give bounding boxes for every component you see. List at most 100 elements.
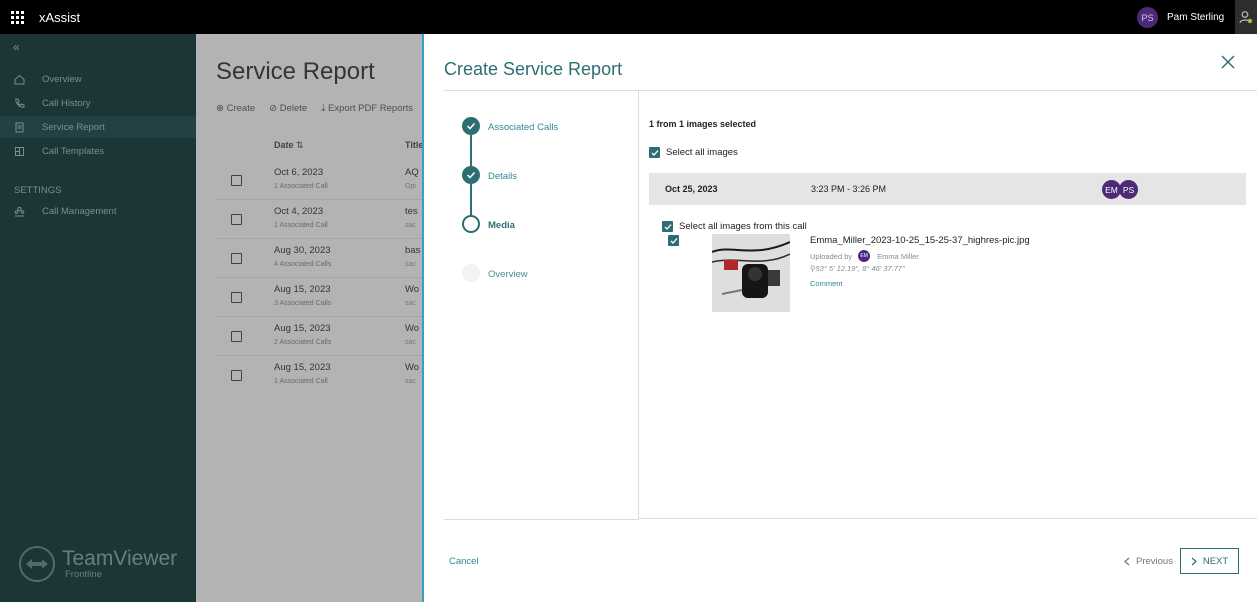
table-row[interactable]: Oct 6, 2023 1 Associated Call AQ Opi <box>216 161 422 200</box>
stepper-connector <box>470 135 472 166</box>
close-icon[interactable] <box>1220 54 1236 70</box>
document-icon <box>15 122 24 132</box>
settings-heading: SETTINGS <box>14 185 62 196</box>
select-call-images-label[interactable]: Select all images from this call <box>679 221 807 232</box>
call-group-header: Oct 25, 2023 3:23 PM - 3:26 PM EM PS <box>649 173 1246 205</box>
column-header-date[interactable]: Date ⇅ <box>274 140 304 151</box>
delete-button[interactable]: ⊘ Delete <box>269 103 307 114</box>
export-pdf-button[interactable]: ⤓ Export PDF Reports <box>321 103 413 114</box>
row-title: Wo <box>405 362 420 373</box>
sidebar-item-call-templates[interactable]: Call Templates <box>0 140 196 162</box>
step-current-indicator <box>462 215 480 233</box>
teamviewer-arrow-icon <box>19 546 55 582</box>
divider <box>444 519 639 520</box>
row-subtitle: sac <box>405 339 416 346</box>
delete-icon: ⊘ <box>269 103 278 114</box>
divider <box>638 518 1257 519</box>
users-icon <box>14 206 25 216</box>
chevron-right-icon <box>1191 557 1197 565</box>
row-date: Aug 30, 2023 <box>274 245 331 256</box>
row-calls: 1 Associated Call <box>274 222 328 229</box>
step-media: Media <box>488 220 515 231</box>
table-row[interactable]: Oct 4, 2023 1 Associated Call tes sac <box>216 200 422 239</box>
dialog-title: Create Service Report <box>444 59 623 79</box>
divider <box>444 90 1257 91</box>
row-date: Aug 15, 2023 <box>274 284 331 295</box>
sidebar-item-label: Overview <box>42 73 82 85</box>
create-button[interactable]: ⊕ Create <box>216 103 255 114</box>
sort-icon: ⇅ <box>296 140 304 150</box>
step-pending-indicator <box>462 264 480 282</box>
app-title: xAssist <box>39 10 81 25</box>
step-details[interactable]: Details <box>488 171 517 182</box>
user-status-icon[interactable] <box>1235 0 1257 34</box>
table-row[interactable]: Aug 15, 2023 3 Associated Calls Wo sac <box>216 278 422 317</box>
sidebar-item-label: Call Templates <box>42 145 105 157</box>
row-checkbox[interactable] <box>231 175 242 186</box>
row-checkbox[interactable] <box>231 253 242 264</box>
row-title: tes <box>405 206 418 217</box>
table-row[interactable]: Aug 30, 2023 4 Associated Calls bas sac <box>216 239 422 278</box>
sidebar-item-call-history[interactable]: Call History <box>0 92 196 114</box>
row-subtitle: Opi <box>405 183 416 190</box>
comment-link[interactable]: Comment <box>810 279 843 288</box>
select-all-images-label[interactable]: Select all images <box>666 147 738 158</box>
previous-button[interactable]: Previous <box>1124 556 1173 567</box>
sidebar-item-label: Call Management <box>42 205 117 217</box>
uploaded-by: Uploaded by EM Emma Miller <box>810 250 919 262</box>
row-checkbox[interactable] <box>231 331 242 342</box>
user-name[interactable]: Pam Sterling <box>1167 12 1224 23</box>
row-calls: 1 Associated Call <box>274 378 328 385</box>
image-thumbnail[interactable] <box>712 234 790 312</box>
sidebar-item-call-management[interactable]: Call Management <box>0 200 196 222</box>
sidebar-item-overview[interactable]: Overview <box>0 68 196 90</box>
uploaded-by-label: Uploaded by <box>810 251 853 261</box>
cancel-button[interactable]: Cancel <box>449 556 479 567</box>
chevron-left-icon <box>1124 557 1130 566</box>
select-call-images-checkbox[interactable] <box>662 221 673 232</box>
table-row[interactable]: Aug 15, 2023 2 Associated Calls Wo sac <box>216 317 422 356</box>
row-title: bas <box>405 245 421 256</box>
row-title: Wo <box>405 284 420 295</box>
create-service-report-dialog: Create Service Report Associated Calls D… <box>422 34 1257 602</box>
sidebar-item-label: Service Report <box>42 121 105 133</box>
row-checkbox[interactable] <box>231 292 242 303</box>
sidebar-item-service-report[interactable]: Service Report <box>0 116 196 138</box>
row-date: Aug 15, 2023 <box>274 362 331 373</box>
image-checkbox[interactable] <box>668 235 679 246</box>
brand-subtitle: Frontline <box>65 569 102 580</box>
row-subtitle: sac <box>405 222 416 229</box>
row-subtitle: sac <box>405 261 416 268</box>
row-checkbox[interactable] <box>231 214 242 225</box>
brand-name: TeamViewer <box>62 547 178 570</box>
table-row[interactable]: Aug 15, 2023 1 Associated Call Wo sac <box>216 356 422 395</box>
image-location: ⚲53° 5' 12.19", 8° 46' 37.77" <box>810 264 905 273</box>
row-title: Wo <box>405 323 420 334</box>
uploader-name: Emma Miller <box>877 251 919 261</box>
row-date: Oct 6, 2023 <box>274 167 324 178</box>
plus-circle-icon: ⊕ <box>216 103 224 114</box>
step-overview: Overview <box>488 269 528 280</box>
user-avatar[interactable]: PS <box>1137 7 1158 28</box>
page-title: Service Report <box>216 58 375 85</box>
apps-grid-icon[interactable] <box>11 11 24 24</box>
call-date: Oct 25, 2023 <box>665 184 718 194</box>
collapse-sidebar-icon[interactable]: « <box>13 40 20 54</box>
row-calls: 4 Associated Calls <box>274 261 332 268</box>
row-date: Oct 4, 2023 <box>274 206 324 217</box>
sidebar-item-label: Call History <box>42 97 91 109</box>
row-checkbox[interactable] <box>231 370 242 381</box>
select-all-images-checkbox[interactable] <box>649 147 660 158</box>
download-icon: ⤓ <box>321 103 326 114</box>
row-calls: 3 Associated Calls <box>274 300 332 307</box>
column-header-title[interactable]: Title <box>405 140 422 150</box>
row-calls: 1 Associated Call <box>274 183 328 190</box>
step-associated-calls[interactable]: Associated Calls <box>488 122 558 133</box>
home-icon <box>14 74 25 84</box>
service-report-page: Service Report ⊕ Create ⊘ Delete ⤓ Expor… <box>196 34 422 602</box>
next-button[interactable]: NEXT <box>1180 548 1239 574</box>
selected-count: 1 from 1 images selected <box>649 119 757 129</box>
uploader-avatar: EM <box>858 250 871 262</box>
divider <box>638 90 639 519</box>
template-icon <box>15 146 24 156</box>
